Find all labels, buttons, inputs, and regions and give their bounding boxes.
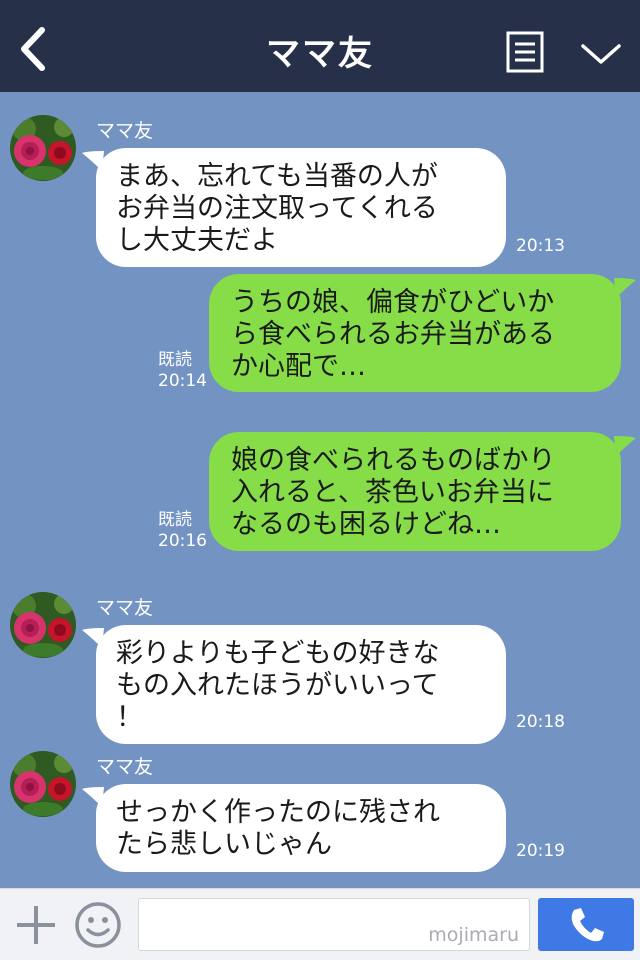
read-receipt: 既読 20:16	[158, 510, 207, 552]
message-line: か心配で…	[231, 351, 366, 382]
message-bubble-outgoing[interactable]: うちの娘、偏食がひどいか ら食べられるお弁当がある か心配で…	[209, 274, 621, 392]
bubble-tail	[614, 278, 636, 298]
message-line: うちの娘、偏食がひどいか	[231, 287, 555, 318]
message-line: し大丈夫だよ	[116, 225, 278, 256]
message-line: ら食べられるお弁当がある	[231, 319, 555, 350]
plus-icon[interactable]	[14, 903, 58, 947]
message-bubble-incoming[interactable]: 彩りよりも子どもの好きな もの入れたほうがいいって ！	[96, 625, 506, 744]
read-label: 既読	[158, 510, 192, 530]
phone-icon	[571, 908, 604, 942]
message-line: 彩りよりも子どもの好きな	[116, 638, 440, 669]
message-time: 20:19	[516, 841, 565, 861]
message-line: まあ、忘れても当番の人が	[116, 161, 438, 192]
message-line: 入れると、茶色いお弁当に	[231, 477, 554, 508]
message-line: なるのも困るけどね…	[231, 509, 501, 540]
chat-header: ママ友	[0, 0, 640, 92]
call-button[interactable]	[538, 898, 634, 951]
message-bubble-incoming[interactable]: せっかく作ったのに残され たら悲しいじゃん	[96, 784, 506, 872]
watermark: mojimaru	[428, 924, 519, 946]
read-receipt: 既読 20:14	[158, 350, 207, 392]
message-time: 20:13	[516, 236, 565, 256]
input-bar: mojimaru	[0, 888, 640, 960]
message-line: たら悲しいじゃん	[116, 829, 332, 860]
chevron-down-icon[interactable]	[580, 38, 622, 68]
message-line: もの入れたほうがいいって	[116, 670, 439, 701]
read-label: 既読	[158, 350, 192, 370]
message-time: 20:14	[158, 371, 207, 391]
rose-avatar-image	[10, 592, 76, 658]
rose-avatar-image	[10, 751, 76, 817]
message-line: ！	[116, 702, 143, 733]
avatar[interactable]	[10, 115, 76, 181]
message-bubble-incoming[interactable]: まあ、忘れても当番の人が お弁当の注文取ってくれる し大丈夫だよ	[96, 148, 506, 267]
smiley-icon[interactable]	[74, 901, 122, 949]
message-input[interactable]: mojimaru	[138, 898, 530, 951]
sender-name: ママ友	[96, 756, 154, 778]
message-time: 20:16	[158, 531, 207, 551]
sender-name: ママ友	[96, 120, 154, 142]
avatar[interactable]	[10, 751, 76, 817]
message-line: せっかく作ったのに残され	[116, 797, 440, 828]
rose-avatar-image	[10, 115, 76, 181]
sender-name: ママ友	[96, 597, 154, 619]
note-menu-icon[interactable]	[506, 31, 544, 73]
avatar[interactable]	[10, 592, 76, 658]
message-line: お弁当の注文取ってくれる	[116, 193, 438, 224]
bubble-tail	[614, 436, 636, 456]
message-list[interactable]: ママ友 まあ、忘れても当番の人が お弁当の注文取ってくれる し大丈夫だよ 20:…	[0, 92, 640, 888]
message-line: 娘の食べられるものばかり	[231, 445, 556, 476]
message-bubble-outgoing[interactable]: 娘の食べられるものばかり 入れると、茶色いお弁当に なるのも困るけどね…	[209, 432, 621, 551]
message-time: 20:18	[516, 712, 565, 732]
chat-title: ママ友	[266, 34, 374, 74]
